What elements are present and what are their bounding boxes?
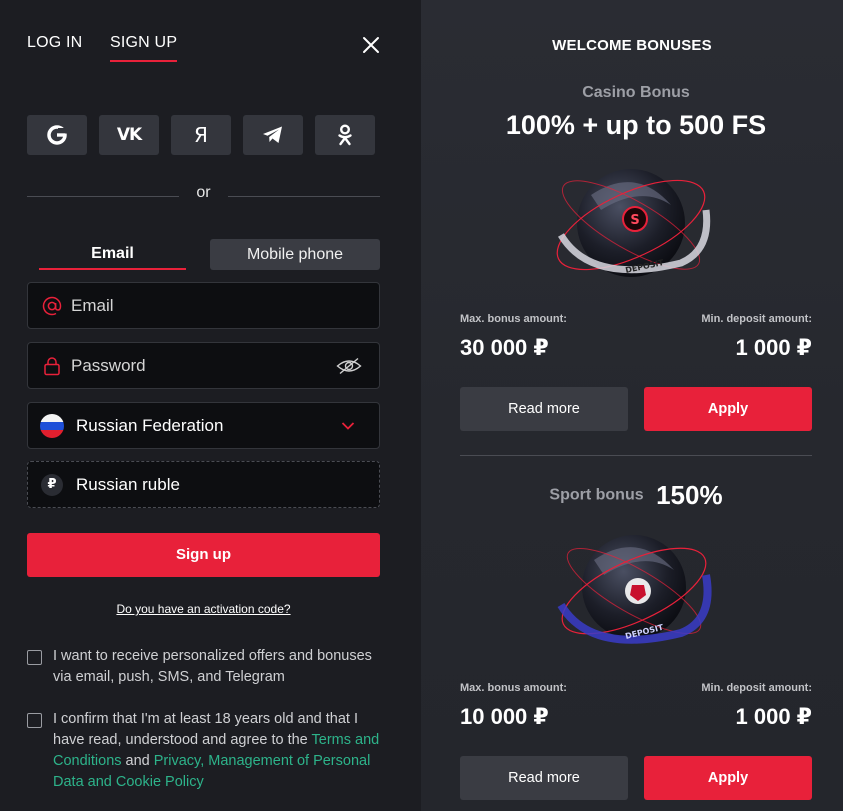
country-value: Russian Federation: [76, 415, 224, 435]
age-consent-text: I confirm that I'm at least 18 years old…: [53, 709, 387, 793]
google-icon: [47, 125, 67, 145]
casino-read-more-button[interactable]: Read more: [460, 387, 628, 431]
yandex-login-button[interactable]: Я: [171, 115, 231, 155]
casino-max-bonus-value: 30 000 ₽: [460, 335, 549, 360]
tab-signup[interactable]: SIGN UP: [110, 34, 178, 62]
social-login-row: VK Я: [27, 115, 375, 155]
eye-off-icon[interactable]: [336, 357, 362, 375]
vk-login-button[interactable]: VK: [99, 115, 159, 155]
sport-min-deposit-label: Min. deposit amount:: [701, 682, 812, 694]
bonus-divider: [460, 455, 812, 456]
age-checkbox[interactable]: [27, 713, 42, 728]
chevron-down-icon: [341, 422, 355, 430]
currency-value: Russian ruble: [76, 474, 180, 494]
sport-bonus-subtitle: Sport bonus: [549, 486, 644, 504]
password-input[interactable]: [71, 343, 351, 388]
auth-panel: LOG IN SIGN UP VK Я or Email Mobile phon…: [0, 0, 421, 811]
offers-consent-text: I want to receive personalized offers an…: [53, 648, 372, 685]
tab-login[interactable]: LOG IN: [27, 34, 82, 52]
ruble-icon: ₽: [41, 474, 63, 496]
yandex-icon: Я: [194, 123, 208, 147]
odnoklassniki-icon: [338, 124, 352, 146]
casino-bonus-orb-image: DEPOSIT S: [556, 169, 711, 277]
bonus-panel: WELCOME BONUSES Casino Bonus 100% + up t…: [421, 0, 843, 811]
password-field: [27, 342, 380, 389]
casino-min-deposit-label: Min. deposit amount:: [701, 313, 812, 325]
sport-bonus-orb-image: DEPOSIT: [557, 535, 712, 644]
casino-max-bonus-label: Max. bonus amount:: [460, 313, 567, 325]
orb-s-text: S: [630, 213, 639, 228]
at-sign-icon: [42, 296, 62, 316]
sport-read-more-button[interactable]: Read more: [460, 756, 628, 800]
tab-email[interactable]: Email: [39, 240, 186, 270]
casino-apply-button[interactable]: Apply: [644, 387, 812, 431]
offers-consent: I want to receive personalized offers an…: [27, 646, 387, 688]
sign-up-button[interactable]: Sign up: [27, 533, 380, 577]
sport-max-bonus-label: Max. bonus amount:: [460, 682, 567, 694]
google-login-button[interactable]: [27, 115, 87, 155]
casino-min-deposit-value: 1 000 ₽: [735, 335, 812, 360]
odnoklassniki-login-button[interactable]: [315, 115, 375, 155]
lock-icon: [44, 357, 60, 376]
email-field: [27, 282, 380, 329]
tab-mobile-phone[interactable]: Mobile phone: [210, 239, 380, 270]
close-icon[interactable]: [360, 34, 382, 56]
email-input[interactable]: [71, 283, 351, 328]
casino-bonus-subtitle: Casino Bonus: [582, 84, 690, 101]
currency-field: ₽ Russian ruble: [27, 461, 380, 508]
and-text: and: [121, 753, 154, 769]
country-select[interactable]: Russian Federation: [27, 402, 380, 449]
telegram-login-button[interactable]: [243, 115, 303, 155]
sport-min-deposit-value: 1 000 ₽: [735, 704, 812, 729]
russia-flag-icon: [40, 414, 64, 438]
welcome-bonuses-title: WELCOME BONUSES: [552, 37, 712, 54]
sport-apply-button[interactable]: Apply: [644, 756, 812, 800]
or-separator: or: [196, 184, 211, 201]
sport-bonus-headline: 150%: [656, 480, 723, 510]
sport-max-bonus-value: 10 000 ₽: [460, 704, 549, 729]
activation-code-link[interactable]: Do you have an activation code?: [0, 602, 407, 616]
divider-right: [228, 196, 380, 197]
telegram-icon: [263, 126, 282, 143]
casino-bonus-headline: 100% + up to 500 FS: [505, 110, 767, 140]
age-consent: I confirm that I'm at least 18 years old…: [27, 709, 387, 793]
sport-bonus-header: Sport bonus 150%: [421, 480, 843, 511]
vk-icon: VK: [116, 125, 142, 145]
offers-checkbox[interactable]: [27, 650, 42, 665]
